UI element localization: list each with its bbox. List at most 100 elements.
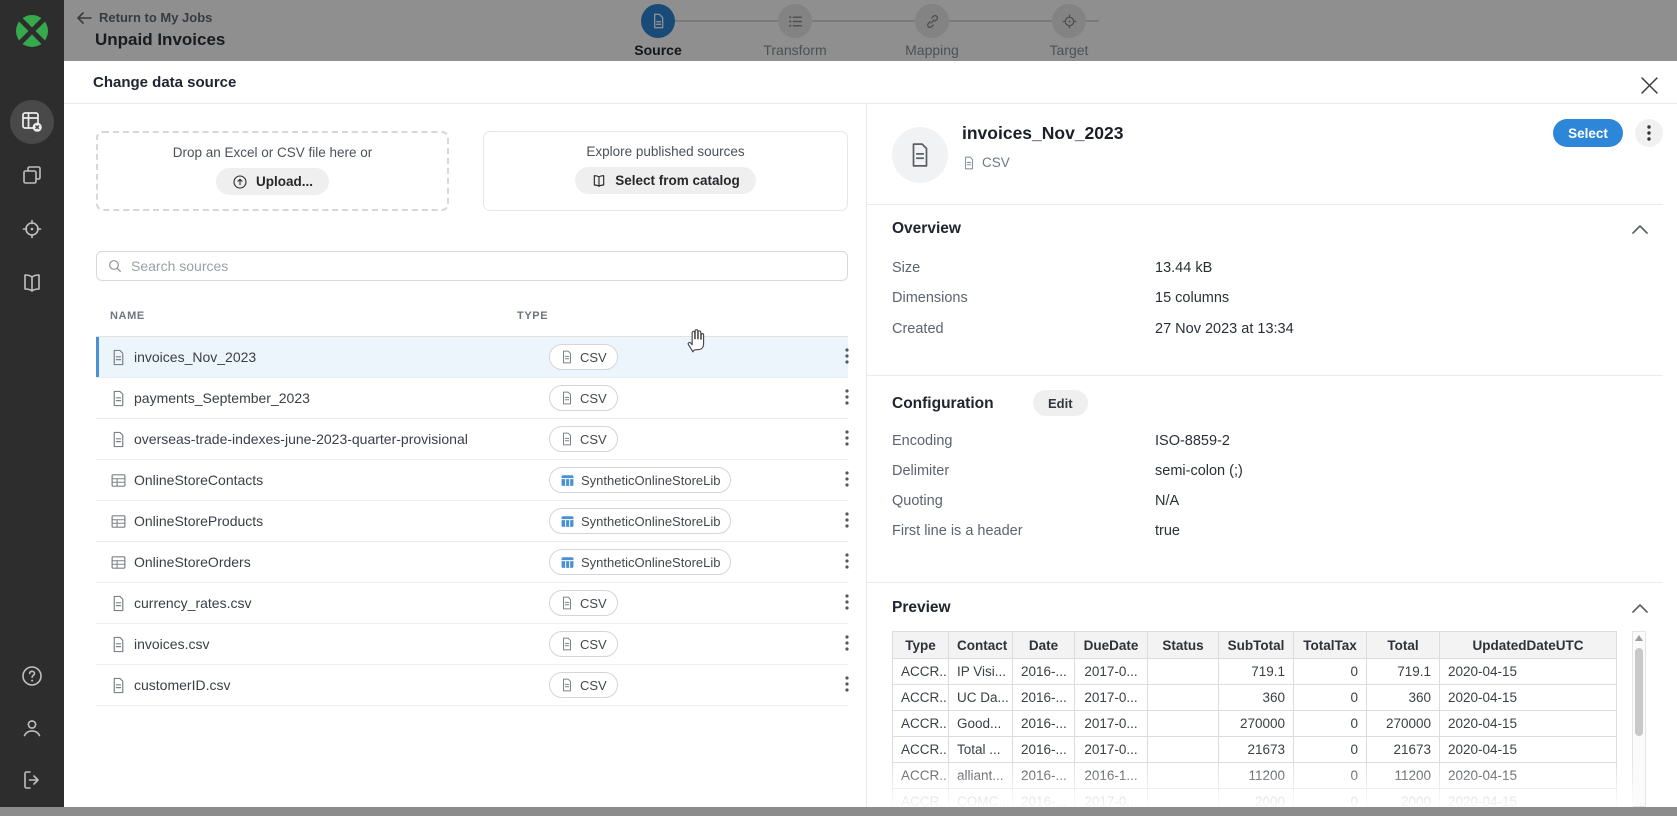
preview-cell: 270000 (1367, 711, 1440, 737)
close-icon[interactable] (1636, 72, 1662, 98)
file-icon (110, 431, 127, 453)
search-input[interactable] (96, 251, 848, 281)
source-row[interactable]: currency_rates.csv CSV (96, 583, 848, 624)
select-button[interactable]: Select (1553, 119, 1623, 147)
row-menu-button[interactable] (835, 632, 859, 656)
type-badge: SyntheticOnlineStoreLib (549, 467, 731, 493)
detail-menu-button[interactable] (1635, 119, 1663, 147)
source-row[interactable]: invoices.csvCSV (96, 624, 848, 665)
overview-label: Size (892, 260, 920, 276)
row-menu-button[interactable] (835, 427, 859, 451)
file-dropzone[interactable]: Drop an Excel or CSV file here or Upload… (96, 131, 449, 211)
sidebar-item-jobs[interactable] (10, 100, 54, 144)
preview-heading: Preview (892, 599, 951, 617)
preview-cell: ACCR... (893, 737, 949, 763)
configuration-label: Delimiter (892, 463, 949, 479)
preview-cell: UC Da... (949, 685, 1013, 711)
app-logo[interactable] (0, 12, 64, 50)
sidebar-item-account[interactable] (0, 716, 64, 740)
sidebar-item-catalog[interactable] (0, 271, 64, 295)
search-box (96, 251, 848, 281)
preview-cell (1148, 685, 1219, 711)
upload-button-label: Upload... (256, 174, 313, 189)
preview-cell: 2016-... (1013, 763, 1075, 789)
sidebar-item-projects[interactable] (0, 163, 64, 187)
scrollbar-thumb[interactable] (1635, 648, 1643, 736)
row-menu-button[interactable] (835, 591, 859, 615)
preview-row: ACCR...Total ...2016-...2017-0...2167302… (893, 737, 1617, 763)
preview-scrollbar[interactable] (1632, 631, 1646, 807)
preview-cell: 21673 (1219, 737, 1294, 763)
type-badge: CSV (549, 631, 618, 657)
catalog-box: Explore published sources Select from ca… (483, 131, 848, 211)
upload-button[interactable]: Upload... (216, 168, 329, 195)
row-menu-button[interactable] (835, 345, 859, 369)
type-badge-label: SyntheticOnlineStoreLib (581, 473, 720, 488)
preview-cell: 2017-0... (1075, 737, 1148, 763)
preview-cell: 2017-0... (1075, 659, 1148, 685)
source-name: overseas-trade-indexes-june-2023-quarter… (134, 431, 468, 447)
preview-cell: 2016-... (1013, 711, 1075, 737)
source-row[interactable]: overseas-trade-indexes-june-2023-quarter… (96, 419, 848, 460)
row-menu-button[interactable] (835, 386, 859, 410)
file-icon (907, 142, 933, 168)
sidebar-item-help[interactable] (0, 664, 64, 688)
source-row[interactable]: customerID.csvCSV (96, 665, 848, 706)
preview-cell: 0 (1294, 711, 1367, 737)
configuration-label: First line is a header (892, 523, 1023, 539)
configuration-heading: Configuration (892, 395, 994, 413)
row-menu-button[interactable] (835, 468, 859, 492)
preview-column-header: Date (1013, 632, 1075, 659)
type-badge-label: CSV (580, 596, 607, 611)
preview-cell: 21673 (1367, 737, 1440, 763)
type-badge: CSV (549, 385, 618, 411)
file-icon (110, 595, 127, 617)
preview-column-header: Type (893, 632, 949, 659)
source-row[interactable]: OnlineStoreContactsSyntheticOnlineStoreL… (96, 460, 848, 501)
select-from-catalog-button[interactable]: Select from catalog (575, 167, 756, 194)
scroll-up-arrow-icon[interactable] (1635, 635, 1643, 641)
sidebar-item-logout[interactable] (0, 768, 64, 792)
row-menu-button[interactable] (835, 509, 859, 533)
table-icon (110, 472, 127, 494)
overview-value: 15 columns (1155, 290, 1229, 306)
source-name: invoices_Nov_2023 (134, 349, 256, 365)
preview-cell: 2020-04-15 (1440, 711, 1617, 737)
preview-cell: 2016-... (1013, 685, 1075, 711)
preview-row: ACCR...IP Visi...2016-...2017-0...719.10… (893, 659, 1617, 685)
sidebar-item-targets[interactable] (0, 217, 64, 241)
csv-file-icon (560, 350, 574, 364)
chevron-up-icon[interactable] (1630, 221, 1650, 237)
preview-cell: 2016-... (1013, 659, 1075, 685)
avatar (892, 127, 948, 183)
overview-value: 27 Nov 2023 at 13:34 (1155, 321, 1294, 337)
catalog-button-label: Select from catalog (615, 173, 740, 188)
preview-row: ACCR...UC Da...2016-...2017-0...36003602… (893, 685, 1617, 711)
library-icon (560, 555, 575, 570)
row-menu-button[interactable] (835, 550, 859, 574)
csv-file-icon (560, 432, 574, 446)
source-row[interactable]: payments_September_2023CSV (96, 378, 848, 419)
row-menu-button[interactable] (835, 673, 859, 697)
source-name: currency_rates.csv (134, 595, 251, 611)
chevron-up-icon[interactable] (1630, 600, 1650, 616)
preview-cell (1148, 737, 1219, 763)
preview-cell: ACCR... (893, 685, 949, 711)
change-data-source-dialog: Change data source Drop an Excel or CSV … (64, 61, 1677, 807)
csv-file-icon (560, 596, 574, 610)
csv-file-icon (560, 678, 574, 692)
source-row[interactable]: OnlineStoreProductsSyntheticOnlineStoreL… (96, 501, 848, 542)
help-icon (20, 664, 44, 688)
table-icon (110, 554, 127, 576)
source-row[interactable]: OnlineStoreOrdersSyntheticOnlineStoreLib (96, 542, 848, 583)
source-row[interactable]: invoices_Nov_2023 CSV (96, 337, 848, 378)
folder-copy-icon (20, 163, 44, 187)
type-badge: CSV (549, 344, 618, 370)
preview-table: TypeContactDateDueDateStatusSubTotalTota… (892, 631, 1617, 815)
type-badge: SyntheticOnlineStoreLib (549, 508, 731, 534)
csv-file-icon (560, 391, 574, 405)
edit-button[interactable]: Edit (1033, 390, 1088, 416)
preview-cell: Good... (949, 711, 1013, 737)
source-detail-title: invoices_Nov_2023 (962, 123, 1124, 144)
preview-cell: Total ... (949, 737, 1013, 763)
